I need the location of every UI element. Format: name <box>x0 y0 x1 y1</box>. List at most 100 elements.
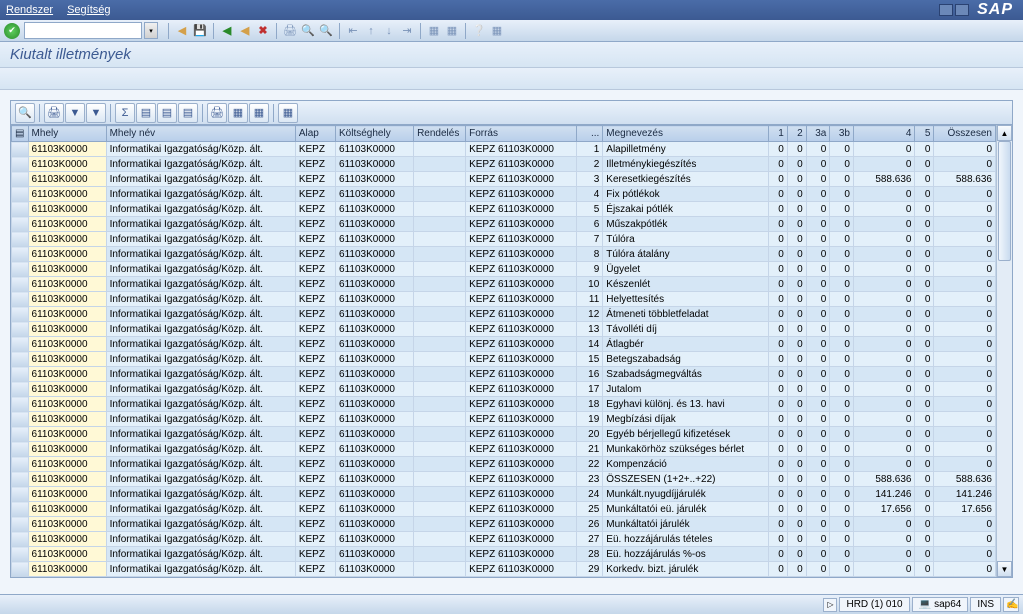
cell-3b[interactable]: 0 <box>830 307 854 322</box>
cell-koltseghely[interactable]: 61103K0000 <box>336 337 414 352</box>
cell-alap[interactable]: KEPZ <box>295 202 335 217</box>
cell-4[interactable]: 0 <box>853 367 915 382</box>
cell-n[interactable]: 3 <box>577 172 603 187</box>
col-1[interactable]: 1 <box>768 126 787 142</box>
cell-alap[interactable]: KEPZ <box>295 322 335 337</box>
cell-n[interactable]: 24 <box>577 487 603 502</box>
cell-mhely[interactable]: 61103K0000 <box>28 292 106 307</box>
graphic-icon[interactable]: ▦ <box>278 103 298 123</box>
cell-alap[interactable]: KEPZ <box>295 157 335 172</box>
cell-3b[interactable]: 0 <box>830 367 854 382</box>
cell-forras[interactable]: KEPZ 61103K0000 <box>466 232 577 247</box>
cell-3a[interactable]: 0 <box>806 487 830 502</box>
cell-5[interactable]: 0 <box>915 457 934 472</box>
window-restore-icon[interactable] <box>955 4 969 16</box>
cell-alap[interactable]: KEPZ <box>295 187 335 202</box>
cell-forras[interactable]: KEPZ 61103K0000 <box>466 532 577 547</box>
cell-sum[interactable]: 0 <box>934 532 996 547</box>
status-end-icon[interactable]: ✍ <box>1003 597 1019 612</box>
cell-alap[interactable]: KEPZ <box>295 487 335 502</box>
table-row[interactable]: 61103K0000Informatikai Igazgatóság/Közp.… <box>12 427 996 442</box>
cell-3b[interactable]: 0 <box>830 337 854 352</box>
cell-mhely[interactable]: 61103K0000 <box>28 397 106 412</box>
cell-mhely[interactable]: 61103K0000 <box>28 157 106 172</box>
find-next-icon[interactable]: 🔍 <box>317 22 335 40</box>
cell-megnevezes[interactable]: Munkáltatói járulék <box>603 517 769 532</box>
cell-forras[interactable]: KEPZ 61103K0000 <box>466 412 577 427</box>
cell-alap[interactable]: KEPZ <box>295 442 335 457</box>
command-field[interactable] <box>24 22 142 39</box>
col-osszesen[interactable]: Összesen <box>934 126 996 142</box>
row-handle[interactable] <box>12 517 29 532</box>
cell-2[interactable]: 0 <box>787 277 806 292</box>
shortcut-icon[interactable]: ▦ <box>443 22 461 40</box>
cell-2[interactable]: 0 <box>787 232 806 247</box>
table-row[interactable]: 61103K0000Informatikai Igazgatóság/Közp.… <box>12 487 996 502</box>
cell-mhely[interactable]: 61103K0000 <box>28 532 106 547</box>
cell-1[interactable]: 0 <box>768 352 787 367</box>
cell-3b[interactable]: 0 <box>830 517 854 532</box>
vertical-scrollbar[interactable]: ▲ ▼ <box>996 125 1012 577</box>
cell-2[interactable]: 0 <box>787 322 806 337</box>
cell-2[interactable]: 0 <box>787 352 806 367</box>
cell-mhely-nev[interactable]: Informatikai Igazgatóság/Közp. ált. <box>106 427 295 442</box>
cell-mhely-nev[interactable]: Informatikai Igazgatóság/Közp. ált. <box>106 337 295 352</box>
row-handle[interactable] <box>12 262 29 277</box>
cell-mhely[interactable]: 61103K0000 <box>28 187 106 202</box>
cell-mhely-nev[interactable]: Informatikai Igazgatóság/Közp. ált. <box>106 232 295 247</box>
cell-3a[interactable]: 0 <box>806 187 830 202</box>
cell-forras[interactable]: KEPZ 61103K0000 <box>466 202 577 217</box>
cell-forras[interactable]: KEPZ 61103K0000 <box>466 292 577 307</box>
cell-forras[interactable]: KEPZ 61103K0000 <box>466 397 577 412</box>
cell-megnevezes[interactable]: Jutalom <box>603 382 769 397</box>
table-row[interactable]: 61103K0000Informatikai Igazgatóság/Közp.… <box>12 277 996 292</box>
cell-rendeles[interactable] <box>414 367 466 382</box>
cell-alap[interactable]: KEPZ <box>295 472 335 487</box>
cell-5[interactable]: 0 <box>915 307 934 322</box>
col-4[interactable]: 4 <box>853 126 915 142</box>
cell-alap[interactable]: KEPZ <box>295 352 335 367</box>
cell-n[interactable]: 11 <box>577 292 603 307</box>
cell-4[interactable]: 0 <box>853 457 915 472</box>
cell-3b[interactable]: 0 <box>830 202 854 217</box>
cell-forras[interactable]: KEPZ 61103K0000 <box>466 382 577 397</box>
table-row[interactable]: 61103K0000Informatikai Igazgatóság/Közp.… <box>12 262 996 277</box>
cell-1[interactable]: 0 <box>768 322 787 337</box>
cell-sum[interactable]: 588.636 <box>934 472 996 487</box>
cell-alap[interactable]: KEPZ <box>295 217 335 232</box>
cell-mhely[interactable]: 61103K0000 <box>28 562 106 577</box>
scroll-thumb[interactable] <box>998 141 1011 261</box>
cell-forras[interactable]: KEPZ 61103K0000 <box>466 322 577 337</box>
row-handle[interactable] <box>12 472 29 487</box>
row-handle[interactable] <box>12 322 29 337</box>
cell-sum[interactable]: 0 <box>934 217 996 232</box>
print-preview-icon[interactable]: 🖨 <box>44 103 64 123</box>
cell-mhely-nev[interactable]: Informatikai Igazgatóság/Közp. ált. <box>106 142 295 157</box>
enter-button[interactable]: ✔ <box>4 23 20 39</box>
cell-mhely[interactable]: 61103K0000 <box>28 247 106 262</box>
cell-sum[interactable]: 0 <box>934 277 996 292</box>
cell-koltseghely[interactable]: 61103K0000 <box>336 292 414 307</box>
cell-mhely-nev[interactable]: Informatikai Igazgatóság/Közp. ált. <box>106 322 295 337</box>
cell-megnevezes[interactable]: Betegszabadság <box>603 352 769 367</box>
cell-rendeles[interactable] <box>414 217 466 232</box>
cell-1[interactable]: 0 <box>768 247 787 262</box>
cell-2[interactable]: 0 <box>787 367 806 382</box>
sort-asc-icon[interactable]: ▼ <box>86 103 106 123</box>
cell-rendeles[interactable] <box>414 352 466 367</box>
cell-sum[interactable]: 141.246 <box>934 487 996 502</box>
cell-alap[interactable]: KEPZ <box>295 262 335 277</box>
cell-1[interactable]: 0 <box>768 187 787 202</box>
cell-3b[interactable]: 0 <box>830 187 854 202</box>
cell-forras[interactable]: KEPZ 61103K0000 <box>466 307 577 322</box>
cell-sum[interactable]: 588.636 <box>934 172 996 187</box>
row-handle[interactable] <box>12 202 29 217</box>
save-button[interactable]: ◀ <box>173 22 191 40</box>
cell-2[interactable]: 0 <box>787 292 806 307</box>
cell-koltseghely[interactable]: 61103K0000 <box>336 367 414 382</box>
cell-alap[interactable]: KEPZ <box>295 292 335 307</box>
cell-n[interactable]: 21 <box>577 442 603 457</box>
cell-megnevezes[interactable]: Korkedv. bizt. járulék <box>603 562 769 577</box>
cell-2[interactable]: 0 <box>787 517 806 532</box>
cell-alap[interactable]: KEPZ <box>295 337 335 352</box>
